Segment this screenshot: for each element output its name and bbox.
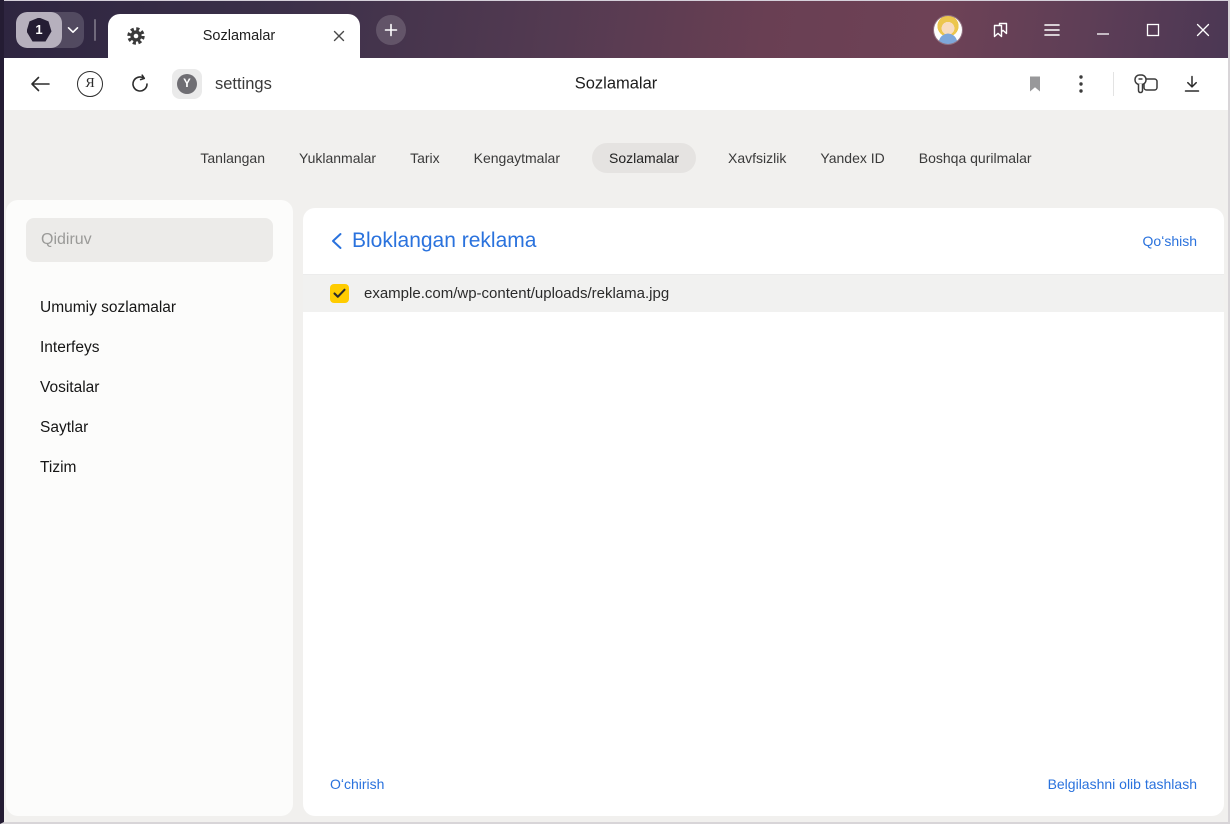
- collections-icon[interactable]: [974, 1, 1026, 58]
- main-panel: Bloklangan reklama Qoʻshish example.com/…: [303, 208, 1224, 816]
- maximize-button[interactable]: [1128, 1, 1178, 58]
- nav-tab-yandex-id[interactable]: Yandex ID: [818, 143, 886, 173]
- add-link[interactable]: Qoʻshish: [1143, 233, 1197, 249]
- clear-selection-link[interactable]: Belgilashni olib tashlash: [1048, 776, 1197, 792]
- settings-body: Umumiy sozlamalar Interfeys Vositalar Sa…: [4, 200, 1228, 822]
- content-header: Bloklangan reklama Qoʻshish: [303, 208, 1224, 274]
- address-bar-url[interactable]: settings: [215, 75, 272, 94]
- sidebar-item-saytlar[interactable]: Saytlar: [26, 408, 273, 448]
- checked-checkbox[interactable]: [330, 284, 349, 303]
- tab-counter[interactable]: 1: [16, 11, 84, 48]
- page-title: Sozlamalar: [574, 74, 658, 93]
- delete-link[interactable]: Oʻchirish: [330, 776, 384, 792]
- new-tab-button[interactable]: [376, 14, 406, 45]
- content-title[interactable]: Bloklangan reklama: [352, 229, 536, 253]
- tab-counter-badge: 1: [16, 11, 62, 48]
- main-wrap: Bloklangan reklama Qoʻshish example.com/…: [303, 200, 1224, 816]
- kebab-menu-icon[interactable]: [1063, 66, 1099, 102]
- refresh-icon[interactable]: [122, 66, 158, 102]
- menu-icon[interactable]: [1026, 1, 1078, 58]
- sidebar-item-vositalar[interactable]: Vositalar: [26, 368, 273, 408]
- back-icon[interactable]: [22, 66, 58, 102]
- y-badge-icon: Y: [177, 74, 197, 94]
- bookmark-icon[interactable]: [1017, 66, 1053, 102]
- blocked-ad-row[interactable]: example.com/wp-content/uploads/reklama.j…: [303, 275, 1224, 312]
- search-engine-badge[interactable]: Y: [172, 69, 202, 99]
- sidebar: Umumiy sozlamalar Interfeys Vositalar Sa…: [6, 200, 293, 816]
- tab-title: Sozlamalar: [202, 28, 276, 44]
- gear-icon: [126, 26, 146, 46]
- nav-tab-xavfsizlik[interactable]: Xavfsizlik: [726, 143, 788, 173]
- blocked-ad-url: example.com/wp-content/uploads/reklama.j…: [364, 285, 670, 302]
- titlebar-right-controls: [922, 1, 1228, 58]
- minimize-button[interactable]: [1078, 1, 1128, 58]
- content-footer: Oʻchirish Belgilashni olib tashlash: [303, 776, 1224, 816]
- nav-tab-yuklanmalar[interactable]: Yuklanmalar: [297, 143, 378, 173]
- nav-tab-tarix[interactable]: Tarix: [408, 143, 442, 173]
- toolbar-divider: [1113, 72, 1114, 96]
- toolbar: Я Y settings Sozlamalar: [4, 58, 1228, 110]
- active-tab[interactable]: Sozlamalar: [108, 14, 360, 58]
- yandex-logo-icon[interactable]: Я: [72, 66, 108, 102]
- tab-counter-value: 1: [35, 22, 43, 37]
- search-input[interactable]: [26, 218, 273, 262]
- titlebar: 1 Sozlamalar: [4, 0, 1228, 58]
- browser-window: 1 Sozlamalar Я Y settings Sozlamalar Tan…: [0, 0, 1230, 824]
- sidebar-item-tizim[interactable]: Tizim: [26, 448, 273, 488]
- toolbar-right: [1017, 66, 1210, 102]
- nav-tab-tanlangan[interactable]: Tanlangan: [198, 143, 267, 173]
- nav-tab-boshqa-qurilmalar[interactable]: Boshqa qurilmalar: [917, 143, 1034, 173]
- settings-nav: Tanlangan Yuklanmalar Tarix Kengaytmalar…: [4, 110, 1228, 200]
- download-icon[interactable]: [1174, 66, 1210, 102]
- profile-avatar[interactable]: [922, 1, 974, 58]
- passwords-icon[interactable]: [1128, 66, 1164, 102]
- avatar: [934, 15, 962, 44]
- sidebar-list: Umumiy sozlamalar Interfeys Vositalar Sa…: [26, 288, 273, 488]
- tab-group-shield-icon: 1: [26, 17, 52, 42]
- sidebar-item-umumiy-sozlamalar[interactable]: Umumiy sozlamalar: [26, 288, 273, 328]
- close-window-button[interactable]: [1178, 1, 1228, 58]
- close-tab-icon[interactable]: [332, 29, 346, 43]
- nav-tab-sozlamalar[interactable]: Sozlamalar: [592, 143, 697, 173]
- chevron-left-icon[interactable]: [330, 232, 343, 250]
- yandex-letter: Я: [85, 76, 95, 91]
- chevron-down-icon[interactable]: [62, 26, 84, 34]
- titlebar-divider: [94, 18, 96, 41]
- sidebar-item-interfeys[interactable]: Interfeys: [26, 328, 273, 368]
- nav-tab-kengaytmalar[interactable]: Kengaytmalar: [472, 143, 562, 173]
